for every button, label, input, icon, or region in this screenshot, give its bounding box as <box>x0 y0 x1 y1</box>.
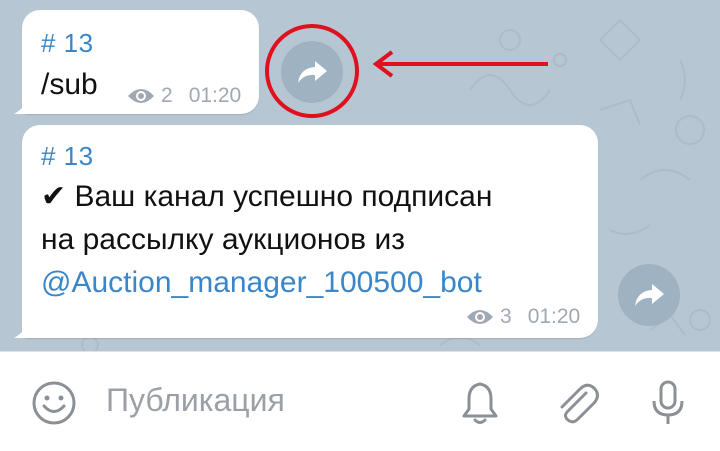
message-text: /sub <box>41 68 98 101</box>
eye-icon <box>128 89 154 103</box>
smile-icon[interactable] <box>30 379 78 427</box>
message-tag: # 13 <box>41 141 94 171</box>
message-meta: 2 01:20 <box>126 84 241 108</box>
bot-link[interactable]: @Auction_manager_100500_bot <box>41 261 492 304</box>
message-time: 01:20 <box>527 305 581 328</box>
bubble-tail <box>14 324 28 338</box>
message-tag: # 13 <box>41 28 94 58</box>
view-count: 3 <box>500 305 512 328</box>
message-bubble-2[interactable]: # 13 ✔ Ваш канал успешно подписан на рас… <box>14 125 598 338</box>
message-line-1: ✔ Ваш канал успешно подписан <box>41 180 493 213</box>
message-input-bar: Публикация <box>0 351 720 451</box>
eye-icon <box>467 310 493 324</box>
message-line-2: на рассылку аукционов из <box>41 223 405 256</box>
paperclip-icon[interactable] <box>552 379 600 427</box>
message-bubble-1[interactable]: # 13 /sub 2 01:20 <box>14 10 259 114</box>
bell-icon[interactable] <box>456 379 504 427</box>
message-input[interactable]: Публикация <box>106 382 285 419</box>
message-time: 01:20 <box>188 84 242 107</box>
bubble-tail <box>14 100 28 114</box>
chat-background: # 13 /sub 2 01:20 # 13 ✔ Ваш канал успеш… <box>0 0 720 351</box>
view-count: 2 <box>161 84 173 107</box>
microphone-icon[interactable] <box>644 379 692 427</box>
highlight-circle <box>265 24 359 118</box>
message-meta: 3 01:20 <box>465 305 580 329</box>
share-arrow-icon <box>635 284 664 306</box>
message-text: ✔ Ваш канал успешно подписан на рассылку… <box>41 175 492 304</box>
pointer-arrow <box>372 50 548 78</box>
share-button[interactable] <box>618 264 680 326</box>
